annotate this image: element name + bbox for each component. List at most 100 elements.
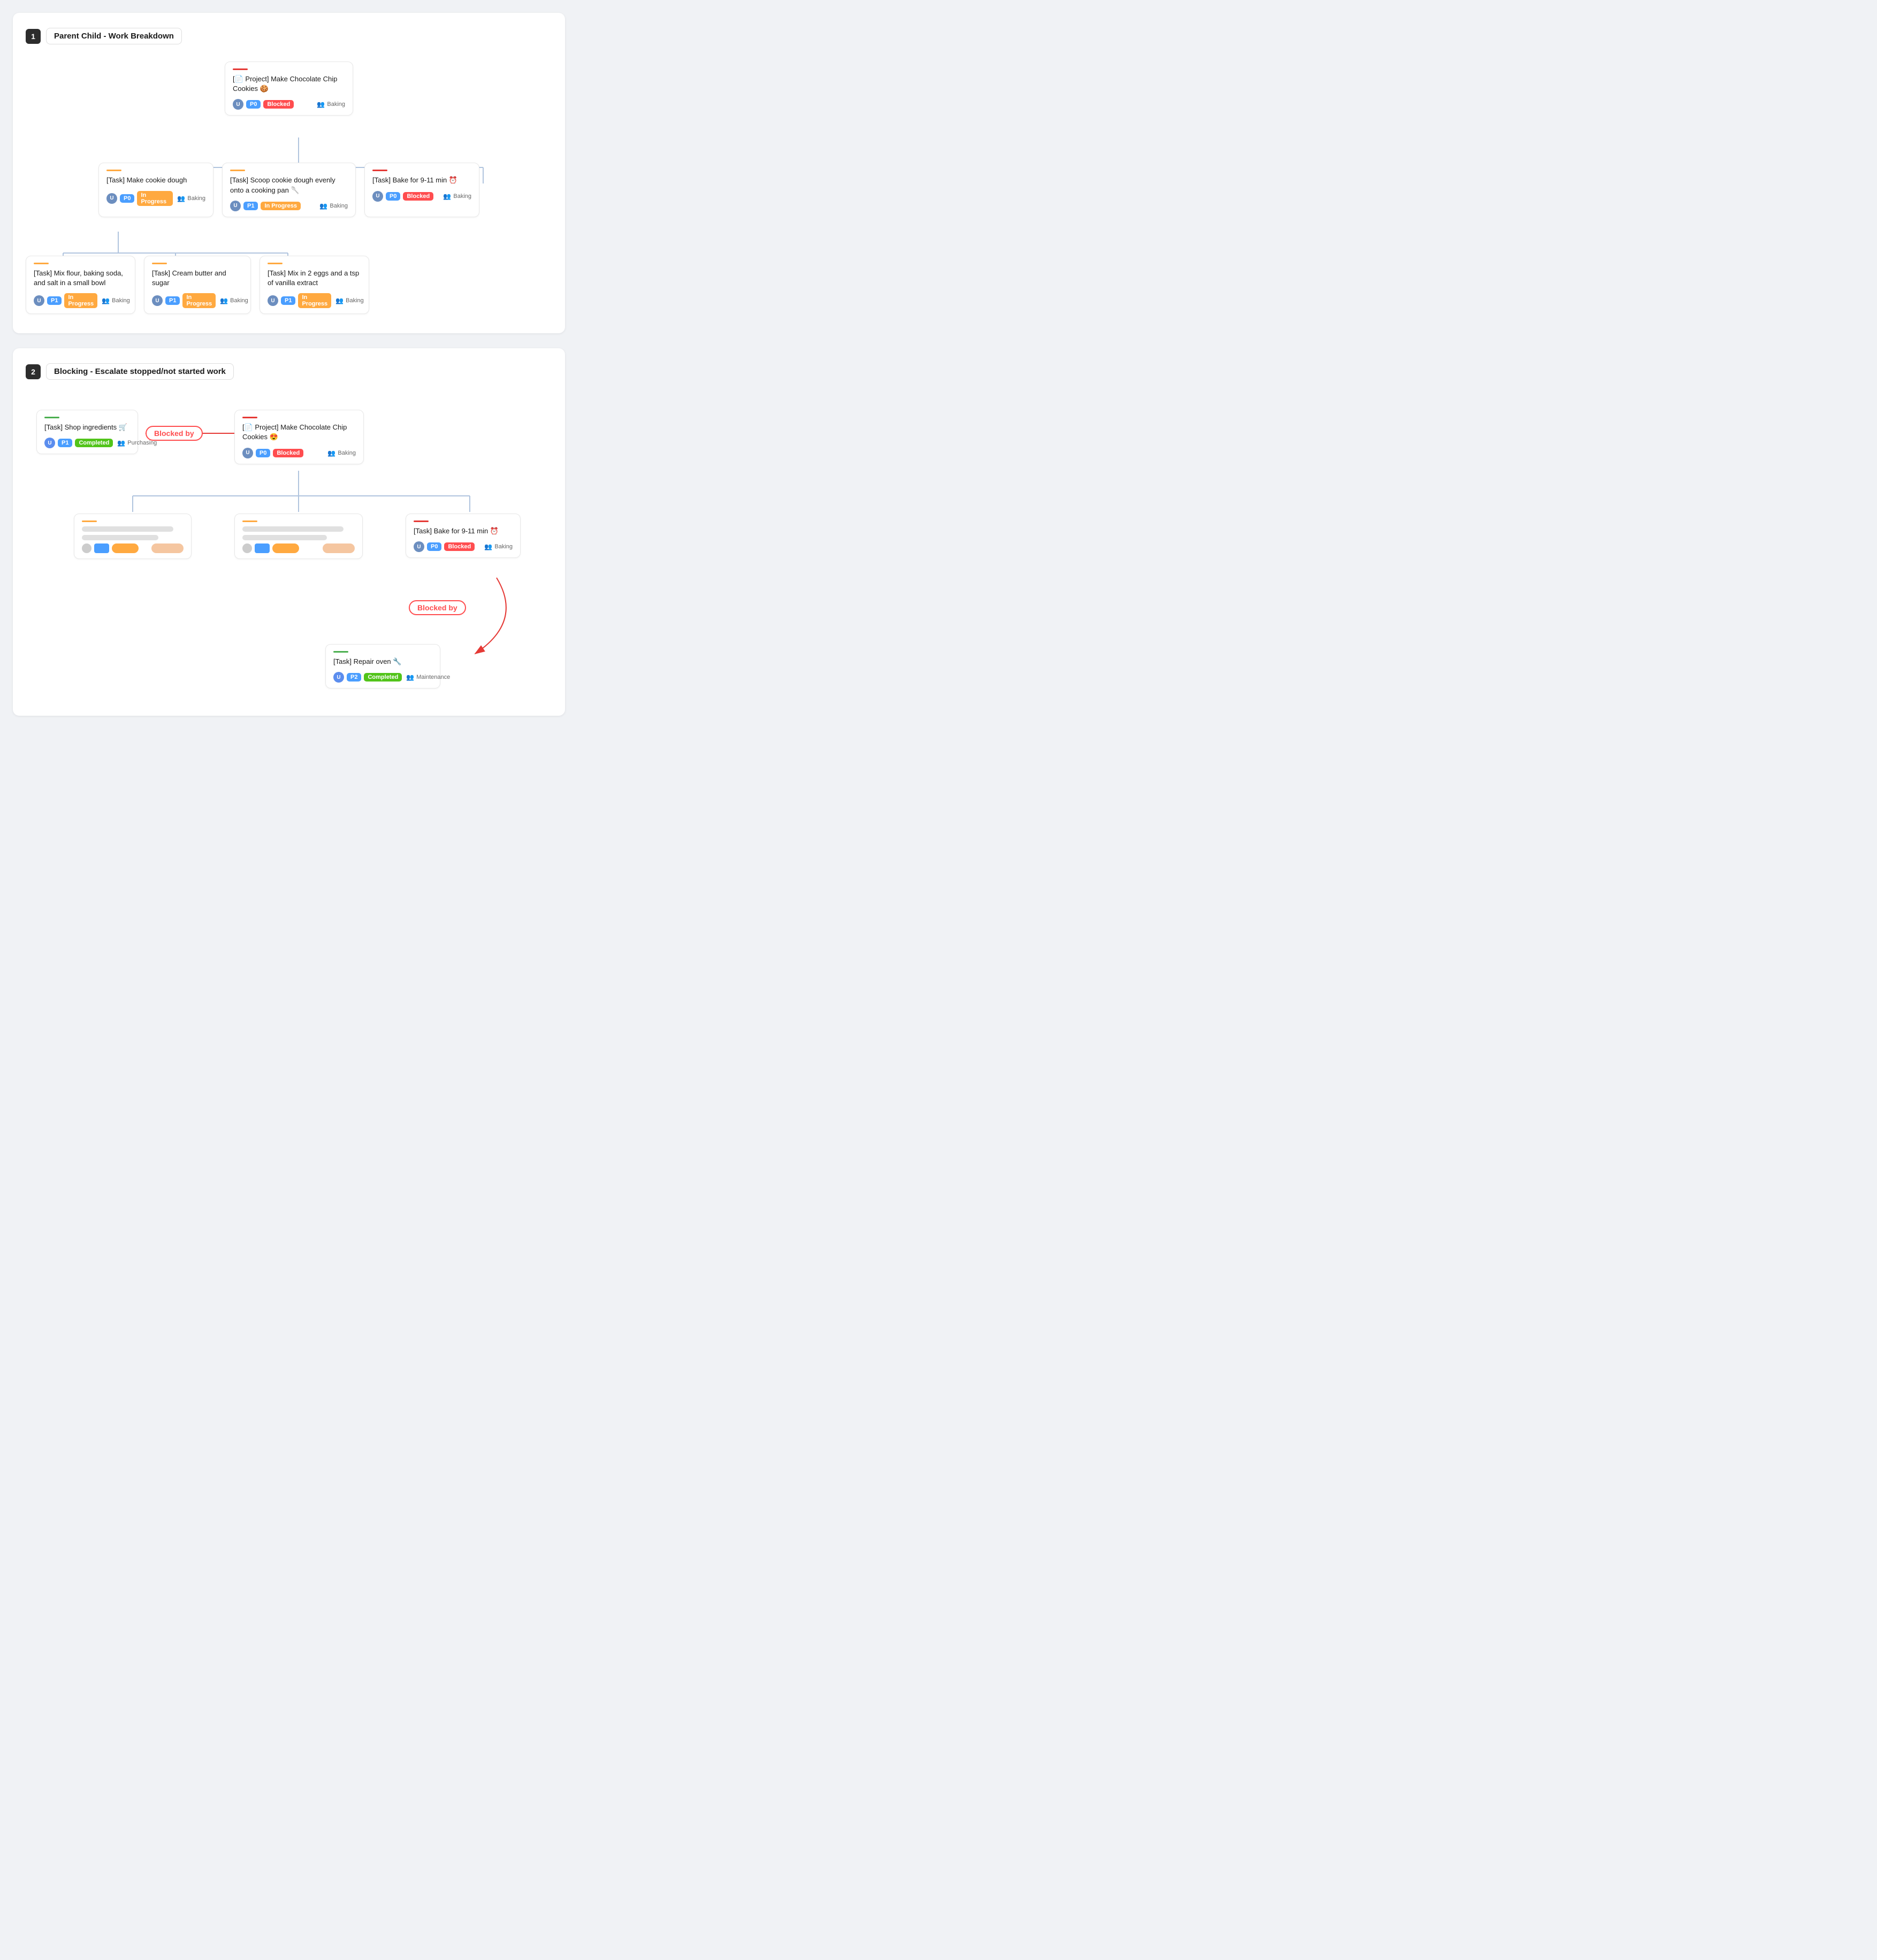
l2c0-team-label: Baking (112, 297, 130, 304)
l1c2-left: U P0 Blocked (372, 191, 433, 202)
root-row: [📄 Project] Make Chocolate Chip Cookies … (26, 62, 552, 116)
bc1-accent (82, 520, 97, 522)
section2-header: 2 Blocking - Escalate stopped/not starte… (26, 363, 552, 380)
repair-team-label: Maintenance (416, 674, 450, 680)
root-card-accent (233, 68, 248, 70)
shop-accent (44, 417, 59, 418)
l2c2-team: 👥 Baking (335, 297, 364, 304)
repair-team: 👥 Maintenance (406, 673, 450, 681)
l1c0-team-label: Baking (187, 195, 205, 202)
l2c0-accent (34, 263, 49, 264)
l2c2-team-label: Baking (346, 297, 364, 304)
l2c2-avatar: U (268, 295, 278, 306)
bake-team-label: Baking (494, 543, 513, 550)
bc1-status-bar (112, 543, 139, 553)
repair-card[interactable]: [Task] Repair oven 🔧 U P2 Completed 👥 Ma… (325, 644, 440, 688)
row1: [Task] Shop ingredients 🛒 U P1 Completed… (36, 410, 138, 454)
l2c0-avatar: U (34, 295, 44, 306)
root-card-footer: U P0 Blocked 👥 Baking (233, 99, 345, 110)
level1-card-0[interactable]: [Task] Make cookie dough U P0 In Progres… (98, 163, 213, 217)
repair-accent (333, 651, 348, 653)
project-card-wrap: [📄 Project] Make Chocolate Chip Cookies … (234, 410, 364, 464)
bc2-priority-bar (255, 543, 270, 553)
l2c0-footer: U P1 In Progress 👥 Baking (34, 293, 127, 308)
level2-card-1[interactable]: [Task] Cream butter and sugar U P1 In Pr… (144, 256, 251, 314)
l1c1-footer: U P1 In Progress 👥 Baking (230, 201, 348, 211)
level1-card-1[interactable]: [Task] Scoop cookie dough evenly onto a … (222, 163, 356, 217)
project-avatar: U (242, 448, 253, 458)
l2c1-status: In Progress (182, 293, 216, 308)
project-footer: U P0 Blocked 👥 Baking (242, 448, 356, 458)
l2c1-team: 👥 Baking (220, 297, 248, 304)
l2c1-priority: P1 (165, 296, 180, 305)
blurred-card-2 (234, 514, 363, 559)
l1c0-priority: P0 (120, 194, 134, 203)
l1c1-avatar: U (230, 201, 241, 211)
root-team: 👥 Baking (317, 101, 345, 108)
bc2-right (323, 543, 355, 553)
l2c0-left: U P1 In Progress (34, 293, 97, 308)
section2-title: Blocking - Escalate stopped/not started … (46, 363, 234, 380)
blurred-card-1 (74, 514, 192, 559)
bc1-avatar (82, 543, 91, 553)
l1c0-team: 👥 Baking (177, 195, 205, 202)
blurred-card-1-wrap (74, 514, 192, 559)
l1c2-status: Blocked (403, 192, 433, 201)
bc2-accent (242, 520, 257, 522)
repair-card-wrap: [Task] Repair oven 🔧 U P2 Completed 👥 Ma… (325, 644, 440, 688)
shop-avatar: U (44, 438, 55, 448)
bake-card[interactable]: [Task] Bake for 9-11 min ⏰ U P0 Blocked … (406, 514, 521, 558)
shop-team-icon: 👥 (117, 439, 125, 447)
project-title: [📄 Project] Make Chocolate Chip Cookies … (242, 423, 356, 442)
l2c2-status: In Progress (298, 293, 331, 308)
bc1-right (151, 543, 184, 553)
level1-card-2[interactable]: [Task] Bake for 9-11 min ⏰ U P0 Blocked … (364, 163, 479, 217)
project-card[interactable]: [📄 Project] Make Chocolate Chip Cookies … (234, 410, 364, 464)
section1-title: Parent Child - Work Breakdown (46, 28, 182, 44)
l2c1-title: [Task] Cream butter and sugar (152, 269, 243, 288)
level2-card-2[interactable]: [Task] Mix in 2 eggs and a tsp of vanill… (260, 256, 369, 314)
level2-card-0[interactable]: [Task] Mix flour, baking soda, and salt … (26, 256, 135, 314)
project-team-icon: 👥 (327, 449, 335, 457)
project-status: Blocked (273, 449, 303, 457)
l2c0-title: [Task] Mix flour, baking soda, and salt … (34, 269, 127, 288)
section2-number: 2 (26, 364, 41, 379)
l2c2-footer: U P1 In Progress 👥 Baking (268, 293, 361, 308)
l1c1-team-label: Baking (330, 203, 348, 209)
shop-left: U P1 Completed (44, 438, 113, 448)
repair-left: U P2 Completed (333, 672, 402, 683)
l1c2-team-label: Baking (453, 193, 471, 200)
bake-card-wrap: [Task] Bake for 9-11 min ⏰ U P0 Blocked … (406, 514, 521, 558)
bc1-footer (82, 543, 184, 553)
root-team-label: Baking (327, 101, 345, 108)
section2: 2 Blocking - Escalate stopped/not starte… (13, 348, 565, 716)
root-card[interactable]: [📄 Project] Make Chocolate Chip Cookies … (225, 62, 353, 116)
bc1-priority-bar (94, 543, 109, 553)
l2c1-left: U P1 In Progress (152, 293, 216, 308)
l1c1-left: U P1 In Progress (230, 201, 301, 211)
repair-priority: P2 (347, 673, 361, 682)
bc2-left (242, 543, 299, 553)
root-status-badge: Blocked (263, 100, 294, 109)
l1c2-team-icon: 👥 (443, 193, 451, 200)
bc2-footer (242, 543, 355, 553)
l1c0-accent (106, 170, 121, 171)
bc1-left (82, 543, 139, 553)
l1c2-accent (372, 170, 387, 171)
root-card-title: [📄 Project] Make Chocolate Chip Cookies … (233, 74, 345, 94)
l2c0-team: 👥 Baking (102, 297, 130, 304)
shop-card[interactable]: [Task] Shop ingredients 🛒 U P1 Completed… (36, 410, 138, 454)
bake-avatar: U (414, 541, 424, 552)
shop-team-label: Purchasing (127, 440, 157, 446)
l2c0-team-icon: 👥 (102, 297, 110, 304)
l1c0-team-icon: 👥 (177, 195, 185, 202)
l1c1-accent (230, 170, 245, 171)
l1c1-title: [Task] Scoop cookie dough evenly onto a … (230, 175, 348, 195)
l1c0-title: [Task] Make cookie dough (106, 175, 205, 185)
blocked-by-label-2: Blocked by (409, 600, 466, 615)
l1c0-status: In Progress (137, 191, 173, 206)
l1c2-title: [Task] Bake for 9-11 min ⏰ (372, 175, 471, 185)
bake-status: Blocked (444, 542, 475, 551)
bake-left: U P0 Blocked (414, 541, 475, 552)
l2c0-priority: P1 (47, 296, 62, 305)
